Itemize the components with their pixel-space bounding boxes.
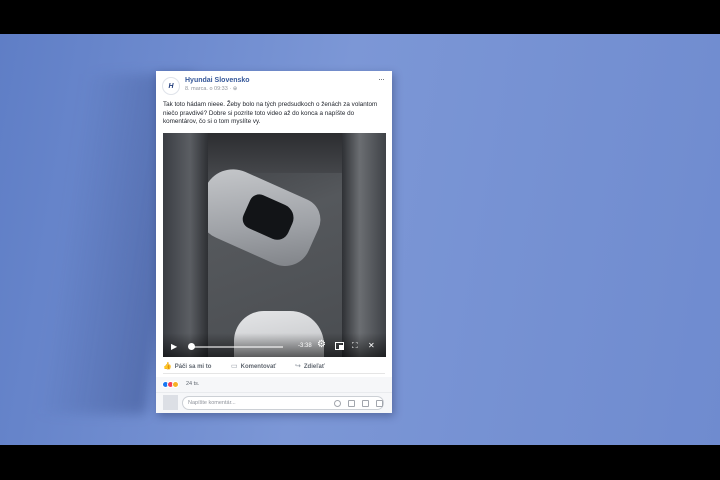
- like-button[interactable]: 👍 Páči sa mi to: [163, 362, 211, 370]
- video-time-remaining: -3:38: [298, 343, 312, 349]
- video-sidewalk: [208, 133, 342, 173]
- camera-icon[interactable]: [348, 400, 355, 407]
- background-stage: H Hyundai Slovensko 8. marca. o 09:33 · …: [0, 34, 720, 445]
- play-icon[interactable]: ▶: [171, 343, 177, 351]
- share-button[interactable]: ↪ Zdieľať: [295, 362, 325, 370]
- progress-track[interactable]: [191, 346, 283, 348]
- video-frame: [208, 133, 342, 357]
- video-car-silver: [208, 159, 328, 275]
- post-header: H Hyundai Slovensko 8. marca. o 09:33 · …: [162, 74, 386, 97]
- post-timestamp[interactable]: 8. marca. o 09:33 · ⊕: [185, 86, 237, 92]
- comment-input[interactable]: Napíšte komentár...: [182, 396, 384, 410]
- share-arrow-icon: ↪: [295, 363, 301, 370]
- comment-button[interactable]: ▭ Komentovať: [231, 362, 276, 370]
- fullscreen-icon[interactable]: ⛶: [352, 342, 358, 350]
- comment-bubble-icon: ▭: [231, 363, 238, 370]
- post-actions: 👍 Páči sa mi to ▭ Komentovať ↪ Zdieľať: [163, 362, 385, 374]
- settings-gear-icon[interactable]: ⚙: [317, 340, 326, 350]
- page-avatar[interactable]: H: [162, 77, 180, 95]
- sticker-icon[interactable]: [376, 400, 383, 407]
- more-options-icon[interactable]: ···: [378, 74, 385, 84]
- video-blur-right: [342, 133, 386, 357]
- hyundai-logo-icon: H: [168, 82, 174, 90]
- reaction-count[interactable]: 24 ts.: [186, 381, 199, 387]
- globe-icon: ⊕: [232, 86, 238, 92]
- comment-placeholder: Napíšte komentár...: [188, 400, 236, 406]
- video-controls: ▶ -3:38 ⚙ ⛶ ✕: [163, 333, 386, 357]
- comment-composer: Napíšte komentár...: [156, 392, 392, 413]
- picture-in-picture-icon[interactable]: [335, 342, 344, 350]
- facebook-post-card: H Hyundai Slovensko 8. marca. o 09:33 · …: [156, 71, 392, 413]
- video-player[interactable]: ▶ -3:38 ⚙ ⛶ ✕: [163, 133, 386, 357]
- emoji-icon[interactable]: [334, 400, 341, 407]
- reactions-bar[interactable]: 24 ts.: [156, 377, 392, 392]
- gif-icon[interactable]: [362, 400, 369, 407]
- mute-icon[interactable]: ✕: [368, 342, 375, 350]
- user-avatar: [163, 395, 178, 410]
- video-blur-left: [163, 133, 208, 357]
- page-name-link[interactable]: Hyundai Slovensko: [185, 77, 250, 84]
- post-text: Tak toto hádam nieee. Žeby bolo na tých …: [163, 101, 378, 126]
- car-roof: [239, 191, 299, 244]
- wow-reaction-icon: [172, 381, 179, 388]
- thumbs-up-icon: 👍: [163, 363, 172, 370]
- progress-knob[interactable]: [188, 343, 195, 350]
